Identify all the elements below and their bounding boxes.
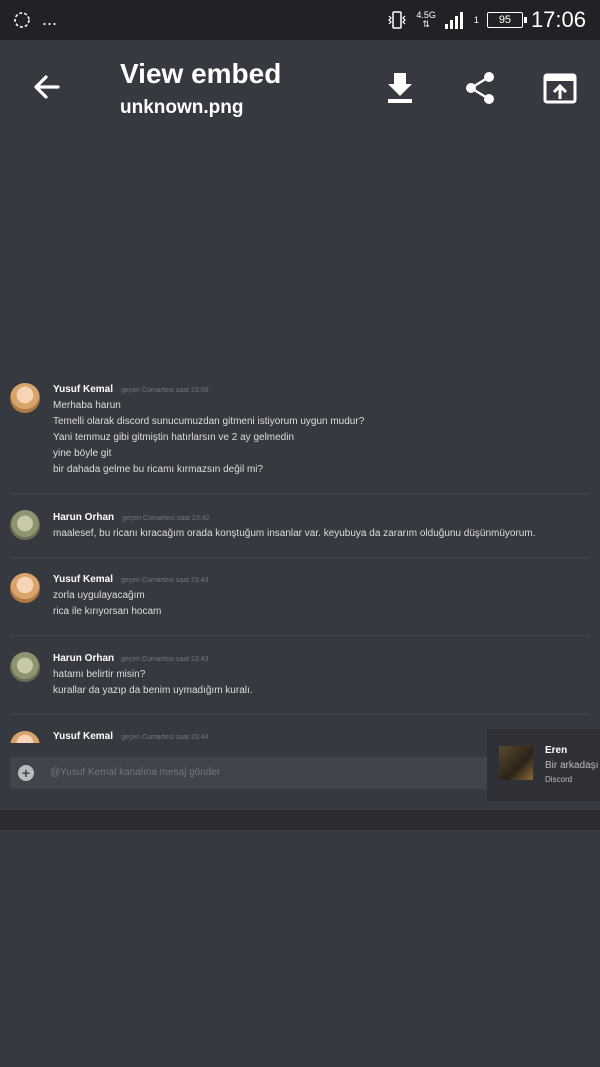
chat-message: Harun Orhan geçen Cumartesi saat 23:42 m… [0, 510, 600, 560]
message-author: Yusuf Kemal [53, 731, 114, 742]
message-line: Temelli olarak discord sunucumuzdan gitm… [53, 416, 365, 427]
avatar [10, 383, 40, 413]
battery-indicator: 95 [486, 12, 527, 28]
open-external-button[interactable] [540, 68, 580, 108]
notification-text: Bir arkadaşı [545, 760, 599, 771]
avatar [10, 652, 40, 682]
attach-plus-icon[interactable]: + [18, 765, 34, 781]
message-input[interactable]: + @Yusuf Kemal kanalına mesaj gönder [10, 757, 490, 789]
download-icon [388, 73, 412, 103]
message-timestamp: geçen Cumartesi saat 23:42 [122, 515, 210, 522]
message-timestamp: geçen Cumartesi saat 23:08 [121, 387, 209, 394]
message-author: Harun Orhan [53, 653, 115, 664]
status-left: ... [12, 9, 57, 30]
status-bar: ... 4.5G ⇅ 1 95 17:06 [0, 0, 600, 40]
clock: 17:06 [530, 7, 586, 32]
message-timestamp: geçen Cumartesi saat 23:43 [121, 656, 209, 663]
share-icon [466, 72, 494, 104]
signal-icon [444, 12, 463, 29]
avatar [10, 573, 40, 603]
status-right: 4.5G ⇅ 1 95 17:06 [386, 7, 586, 33]
battery-level: 95 [498, 14, 512, 26]
message-input-placeholder: @Yusuf Kemal kanalına mesaj gönder [50, 767, 221, 778]
open-external-icon [543, 73, 577, 104]
vibrate-icon [388, 11, 407, 29]
overflow-dots: ... [42, 9, 58, 29]
avatar [10, 510, 40, 540]
message-divider [10, 714, 590, 715]
back-button[interactable] [28, 68, 66, 106]
data-arrows-icon: ⇅ [422, 19, 430, 29]
notification-toast[interactable]: Eren Bir arkadaşı Discord [487, 729, 600, 801]
chat-message: Yusuf Kemal geçen Cumartesi saat 23:08 M… [0, 383, 600, 493]
message-timestamp: geçen Cumartesi saat 23:44 [121, 734, 209, 741]
page-title: View embed [120, 58, 282, 89]
notification-sender: Eren [545, 745, 568, 756]
message-author: Yusuf Kemal [53, 574, 114, 585]
message-line: kurallar da yazıp da benim uymadığım kur… [53, 685, 253, 696]
message-line: maalesef, bu ricanı kıracağım orada konş… [53, 528, 536, 539]
notification-app: Discord [545, 775, 573, 784]
message-author: Harun Orhan [53, 512, 115, 523]
download-button[interactable] [380, 68, 420, 108]
avatar [10, 731, 40, 743]
message-divider [10, 557, 590, 558]
message-divider [10, 635, 590, 636]
message-line: Yani temmuz gibi gitmiştin hatırlarsın v… [53, 432, 295, 443]
message-author: Yusuf Kemal [53, 384, 114, 395]
share-button[interactable] [460, 68, 500, 108]
sim-slot: 1 [473, 15, 479, 25]
message-line: hatamı belirtir misin? [53, 669, 146, 680]
network-type: 4.5G ⇅ [416, 11, 436, 29]
app-bar: View embed unknown.png [0, 40, 600, 130]
message-divider [10, 493, 590, 494]
image-bottom-edge [0, 810, 600, 830]
embedded-image: Yusuf Kemal geçen Cumartesi saat 23:08 M… [0, 365, 600, 810]
message-line: rica ile kırıyorsan hocam [53, 606, 162, 617]
chat-message: Yusuf Kemal geçen Cumartesi saat 23:43 z… [0, 573, 600, 633]
file-name: unknown.png [120, 97, 244, 118]
sync-icon [14, 11, 30, 28]
message-timestamp: geçen Cumartesi saat 23:43 [121, 577, 209, 584]
notification-avatar [499, 746, 533, 780]
message-line: yine böyle git [53, 448, 112, 459]
back-arrow-icon [34, 75, 60, 99]
message-line: bir dahada gelme bu ricamı kırmazsın değ… [53, 464, 264, 475]
message-line: Merhaba harun [53, 400, 121, 411]
chat-message: Harun Orhan geçen Cumartesi saat 23:43 h… [0, 652, 600, 712]
message-line: zorla uygulayacağım [53, 590, 145, 601]
